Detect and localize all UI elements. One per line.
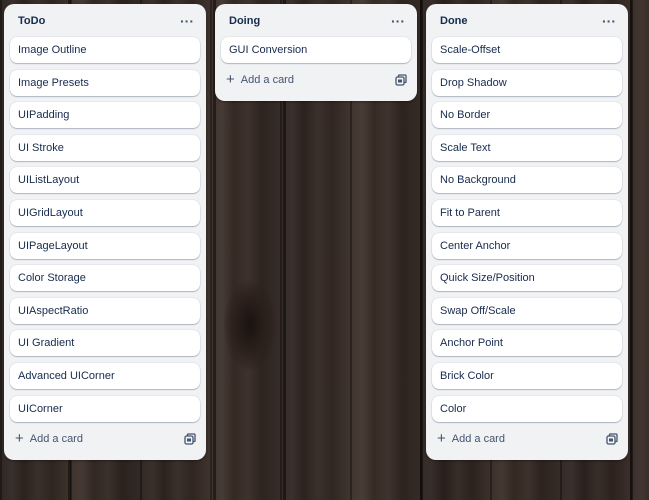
card-list: GUI Conversion [221, 37, 411, 63]
list-footer: + Add a card [10, 424, 200, 454]
wood-plank-seam [630, 0, 633, 500]
list-header: Doing ··· [221, 4, 411, 37]
card[interactable]: UI Gradient [10, 330, 200, 357]
card[interactable]: UIListLayout [10, 167, 200, 194]
card[interactable]: Advanced UICorner [10, 362, 200, 389]
list-title[interactable]: Done [440, 15, 468, 27]
card-template-icon[interactable] [184, 432, 196, 445]
list-doing: Doing ··· GUI Conversion + Add a card [215, 4, 417, 101]
card[interactable]: UIGridLayout [10, 199, 200, 226]
card[interactable]: Swap Off/Scale [432, 297, 622, 324]
card[interactable]: UICorner [10, 395, 200, 422]
card[interactable]: Center Anchor [432, 232, 622, 259]
list-header: ToDo ··· [10, 4, 200, 37]
card-template-icon[interactable] [395, 74, 407, 86]
add-card-label: Add a card [29, 432, 83, 445]
card[interactable]: Fit to Parent [432, 199, 622, 226]
card[interactable]: UIPageLayout [10, 232, 200, 259]
add-card-label: Add a card [451, 432, 505, 445]
card[interactable]: UIPadding [10, 102, 200, 129]
card[interactable]: Brick Color [432, 362, 622, 389]
card[interactable]: UI Stroke [10, 134, 200, 161]
card[interactable]: Drop Shadow [432, 69, 622, 96]
card[interactable]: Color Storage [10, 265, 200, 292]
card[interactable]: Image Outline [10, 37, 200, 63]
card[interactable]: GUI Conversion [221, 37, 411, 63]
add-card-button[interactable]: + Add a card [226, 71, 294, 88]
add-card-button[interactable]: + Add a card [437, 429, 505, 447]
list-header: Done ··· [432, 4, 622, 37]
more-horizontal-icon[interactable]: ··· [391, 14, 405, 28]
list-title[interactable]: ToDo [18, 15, 45, 27]
wood-knot [224, 280, 276, 370]
plus-icon: + [226, 71, 235, 88]
card-list: Image Outline Image Presets UIPadding UI… [10, 37, 200, 422]
card[interactable]: Image Presets [10, 69, 200, 96]
card[interactable]: Scale Text [432, 134, 622, 161]
card[interactable]: Anchor Point [432, 330, 622, 357]
card[interactable]: Quick Size/Position [432, 265, 622, 292]
more-horizontal-icon[interactable]: ··· [180, 14, 194, 28]
wood-plank-seam [420, 0, 423, 500]
card[interactable]: No Background [432, 167, 622, 194]
list-title[interactable]: Doing [229, 15, 260, 27]
list-done: Done ··· Scale-Offset Drop Shadow No Bor… [426, 4, 628, 460]
card[interactable]: Color [432, 395, 622, 422]
add-card-button[interactable]: + Add a card [15, 429, 83, 447]
add-card-label: Add a card [240, 74, 294, 86]
more-horizontal-icon[interactable]: ··· [602, 14, 616, 28]
card[interactable]: UIAspectRatio [10, 297, 200, 324]
plus-icon: + [15, 429, 24, 447]
list-todo: ToDo ··· Image Outline Image Presets UIP… [4, 4, 206, 460]
card[interactable]: No Border [432, 102, 622, 129]
list-footer: + Add a card [432, 424, 622, 454]
card-template-icon[interactable] [606, 432, 618, 445]
list-footer: + Add a card [221, 65, 411, 95]
card[interactable]: Scale-Offset [432, 37, 622, 63]
plus-icon: + [437, 429, 446, 447]
card-list: Scale-Offset Drop Shadow No Border Scale… [432, 37, 622, 422]
